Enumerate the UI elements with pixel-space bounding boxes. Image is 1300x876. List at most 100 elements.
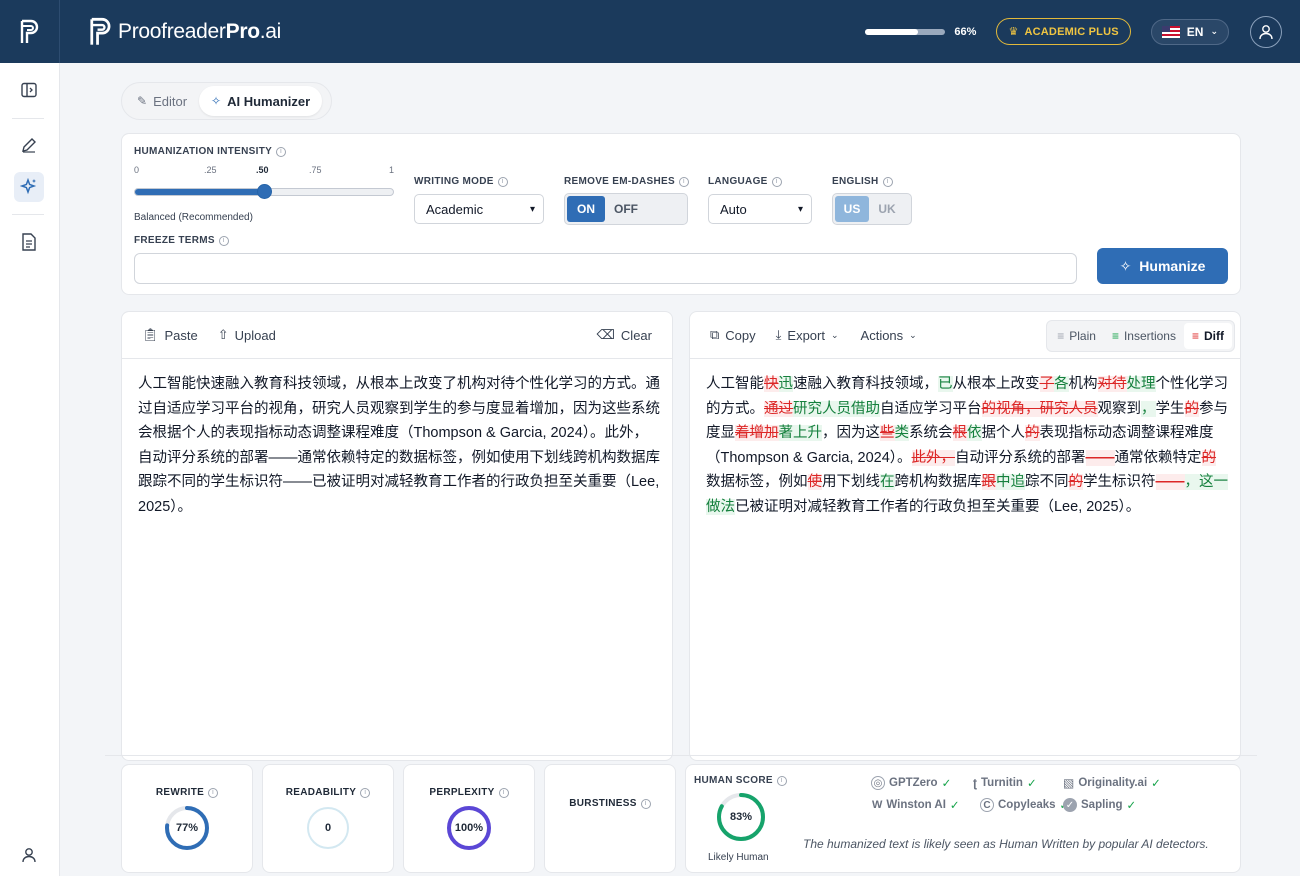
export-label: Export <box>787 327 825 343</box>
view-insertions[interactable]: ≡ Insertions <box>1104 323 1184 349</box>
check-icon: ✓ <box>941 778 952 790</box>
copy-button[interactable]: ⧉ Copy <box>710 327 756 343</box>
diff-deletion: 些 <box>880 425 895 441</box>
diff-unchanged: 踪不同 <box>1025 474 1069 490</box>
english-variant-toggle[interactable]: US UK <box>832 193 912 225</box>
slider-handle[interactable] <box>257 184 272 199</box>
diff-insertion: 著上升 <box>778 425 822 441</box>
diff-unchanged: 观察到 <box>1097 400 1142 417</box>
tab-editor-label: Editor <box>153 93 188 109</box>
writing-mode-select[interactable]: Academic ▾ <box>414 194 544 224</box>
diff-deletion: 的 <box>1025 425 1040 441</box>
readability-ring: 0 <box>305 805 351 851</box>
humanize-button[interactable]: ✧ Humanize <box>1097 248 1228 284</box>
user-avatar-icon[interactable] <box>1250 15 1282 48</box>
chevron-down-icon: ▾ <box>797 203 803 215</box>
toggle-off[interactable]: OFF <box>605 196 647 222</box>
view-plain-label: Plain <box>1069 329 1096 343</box>
diff-deletion: 根 <box>952 425 967 441</box>
detector-gptzero: ◎ GPTZero ✓ <box>871 776 951 790</box>
tab-ai-humanizer[interactable]: ✧ AI Humanizer <box>199 86 323 116</box>
tab-editor[interactable]: ✎ Editor <box>125 86 199 116</box>
diff-deletion: 了 <box>1039 376 1054 392</box>
sidebar-item-humanizer[interactable] <box>14 172 44 202</box>
perplexity-ring: 100% <box>446 805 492 851</box>
insertions-icon: ≡ <box>1111 329 1119 343</box>
writing-mode-label: WRITING MODE i <box>414 176 508 187</box>
metric-label: REWRITE <box>155 787 205 798</box>
export-button[interactable]: ⤓ Export ⌄ <box>776 327 839 343</box>
language-label: LANGUAGE i <box>708 176 782 187</box>
diff-unchanged: 数据标签，例如 <box>706 474 808 490</box>
diff-insertion: 研究人员借助 <box>793 400 880 417</box>
copy-label: Copy <box>725 327 756 343</box>
language-selector[interactable]: EN ⌄ <box>1150 18 1229 45</box>
sidebar-item-documents[interactable] <box>14 227 44 257</box>
language-select[interactable]: Auto ▾ <box>708 194 812 224</box>
toggle-us[interactable]: US <box>835 196 869 222</box>
crown-icon: ♛ <box>1008 26 1019 38</box>
view-diff[interactable]: ≡ Diff <box>1183 323 1232 349</box>
view-plain[interactable]: ≡ Plain <box>1049 323 1104 349</box>
info-icon: i <box>497 176 508 187</box>
em-dash-toggle[interactable]: ON OFF <box>564 193 688 225</box>
diff-unchanged: 系统会 <box>909 425 953 441</box>
check-icon: ✓ <box>1126 800 1137 812</box>
diff-unchanged: 学生标识符 <box>1083 474 1156 490</box>
brand-logo[interactable]: Proofreader Pro .ai <box>88 17 281 47</box>
plan-badge[interactable]: ♛ ACADEMIC PLUS <box>996 18 1131 45</box>
detector-sapling: ✓ Sapling ✓ <box>1063 798 1136 812</box>
diff-insertion: 类 <box>894 425 909 441</box>
actions-button[interactable]: Actions ⌄ <box>861 328 917 343</box>
credits-progress-fill <box>865 28 919 35</box>
user-icon <box>22 848 36 863</box>
sidebar-divider <box>12 214 44 215</box>
app-logo-icon[interactable] <box>0 0 60 63</box>
sidebar <box>0 63 60 876</box>
output-toolbar: ⧉ Copy ⤓ Export ⌄ Actions ⌄ ≡ Plain ≡ Insertio… <box>690 312 1240 359</box>
toggle-on[interactable]: ON <box>567 196 605 222</box>
freeze-terms-label: FREEZE TERMS i <box>134 235 229 246</box>
metric-label: BURSTINESS <box>569 798 637 809</box>
diff-unchanged: 机构 <box>1068 376 1098 392</box>
diff-unchanged: ，因为这 <box>822 425 880 441</box>
intensity-slider[interactable] <box>134 184 394 199</box>
upload-button[interactable]: ⇧ Upload <box>218 327 276 343</box>
tab-ai-humanizer-label: AI Humanizer <box>227 93 311 109</box>
diff-deletion: 快 <box>764 376 779 392</box>
info-icon: i <box>882 176 893 187</box>
sparkle-icon: ✧ <box>211 94 222 108</box>
diff-unchanged: 通常依赖特定 <box>1114 449 1202 466</box>
metric-burstiness: BURSTINESS i <box>544 764 676 873</box>
freeze-terms-input[interactable] <box>134 253 1077 284</box>
tick-label: 0 <box>134 165 140 175</box>
sparkle-icon <box>20 178 37 195</box>
diff-insertion: 已 <box>938 376 953 392</box>
view-diff-label: Diff <box>1204 329 1224 343</box>
check-icon: ✓ <box>949 800 960 812</box>
winston-icon: W <box>872 799 883 811</box>
download-icon: ⤓ <box>775 327 782 342</box>
clear-label: Clear <box>620 327 652 343</box>
info-icon: i <box>208 787 219 798</box>
paste-button[interactable]: 📋︎ Paste <box>142 327 198 343</box>
sidebar-item-editor[interactable] <box>14 130 44 160</box>
info-icon: i <box>640 798 651 809</box>
sidebar-item-account[interactable] <box>14 840 44 870</box>
rewrite-ring: 77% <box>164 805 210 851</box>
toggle-uk[interactable]: UK <box>869 196 905 222</box>
diff-insertion: 各 <box>1054 376 1069 392</box>
output-diff-text[interactable]: 人工智能快迅速融入教育科技领域，已从根本上改变了各机构对待处理个性化学习的方式。… <box>706 372 1228 519</box>
tick-label: 1 <box>389 165 395 175</box>
metric-label: PERPLEXITY <box>429 787 495 798</box>
detector-winston: W Winston AI ✓ <box>872 799 960 812</box>
clear-button[interactable]: ⌫ Clear <box>597 327 652 343</box>
humanize-button-label: Humanize <box>1139 258 1206 274</box>
info-icon: i <box>678 176 689 187</box>
chevron-down-icon: ⌄ <box>909 329 917 340</box>
diff-insertion: ， <box>1141 400 1156 417</box>
input-text[interactable]: 人工智能快速融入教育科技领域，从根本上改变了机构对待个性化学习的方式。通过自适应… <box>138 372 660 519</box>
diff-unchanged: 自适应学习平台 <box>880 400 982 417</box>
diff-deletion: 跟 <box>981 474 996 490</box>
sidebar-toggle-icon[interactable] <box>14 75 44 105</box>
